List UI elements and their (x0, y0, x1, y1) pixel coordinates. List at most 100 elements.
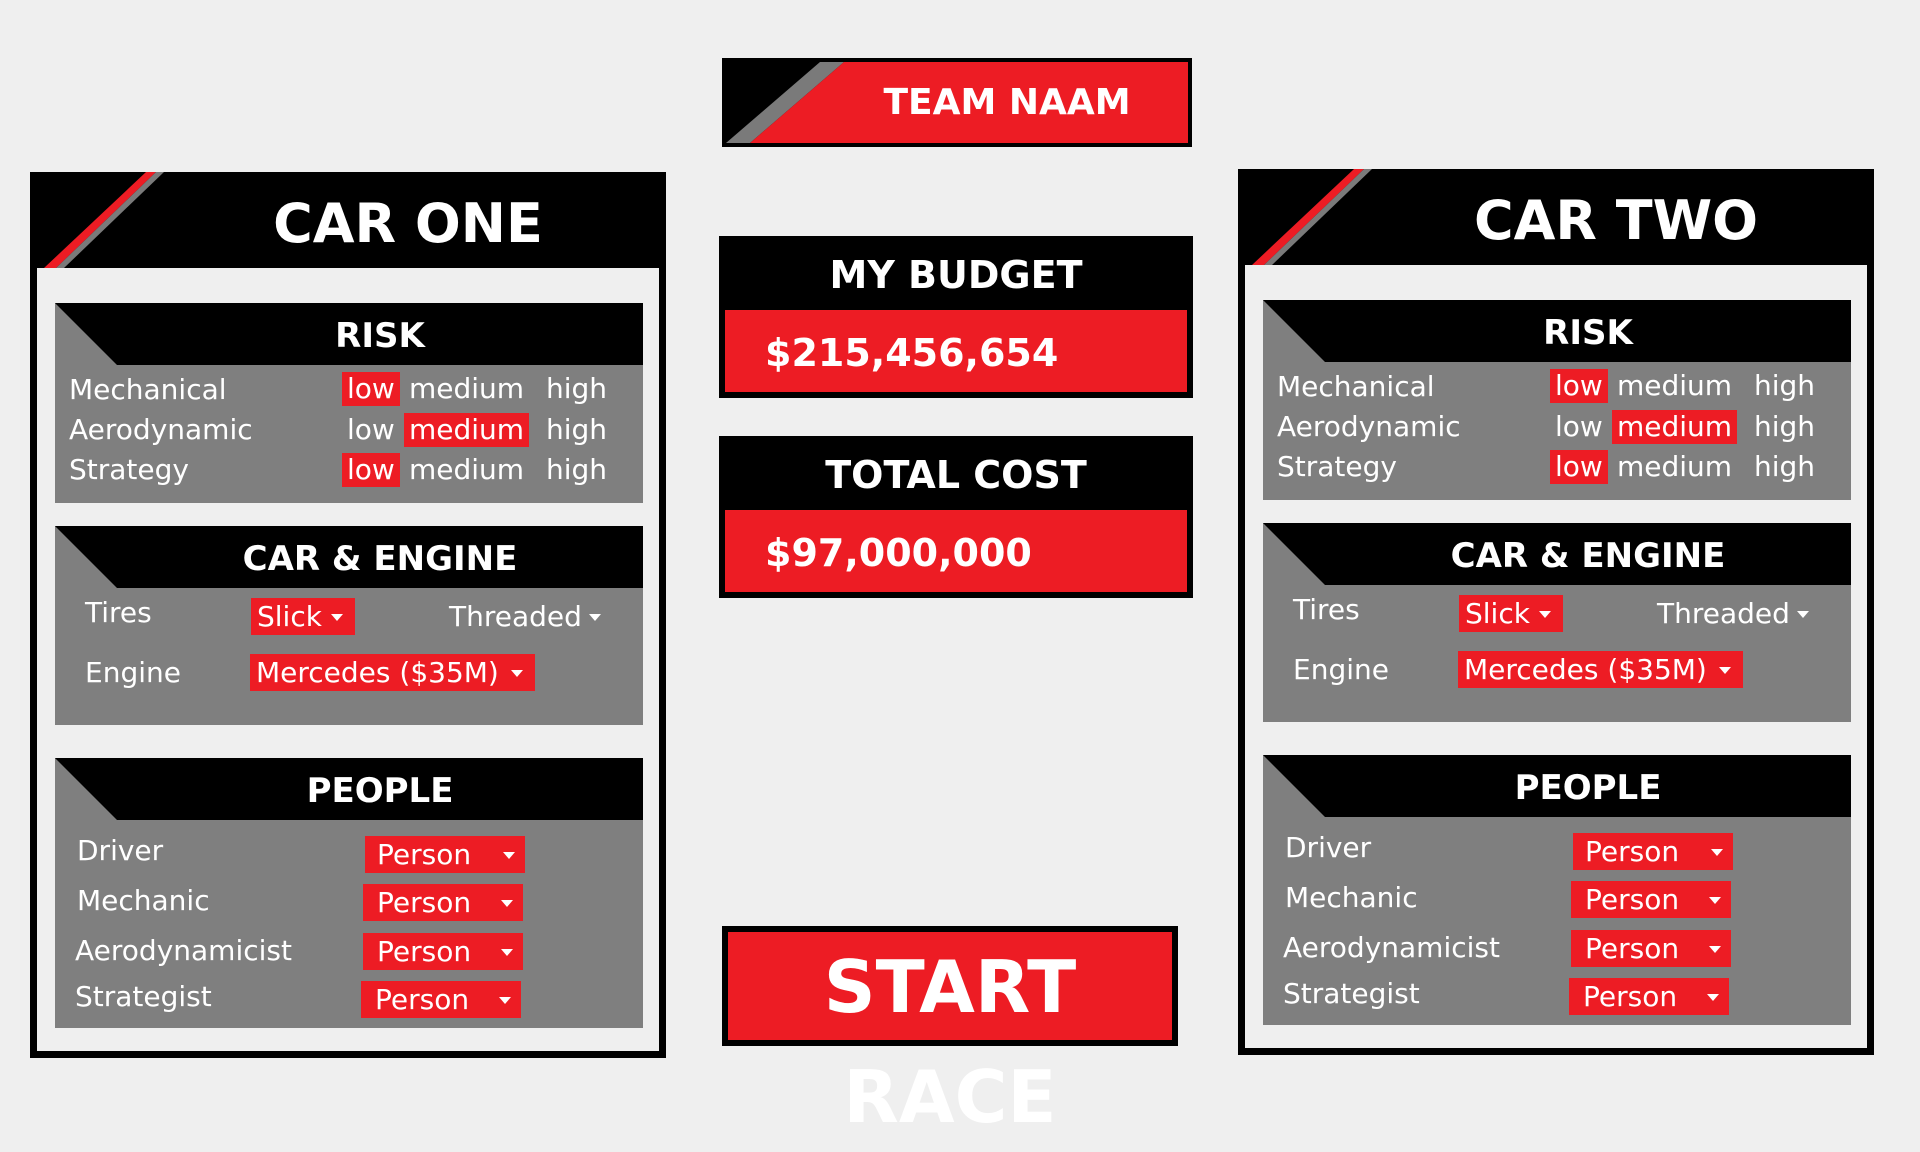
chevron-down-icon (589, 614, 601, 621)
car-engine-title: CAR & ENGINE (1450, 536, 1726, 576)
risk-mechanical-label: Mechanical (1277, 370, 1435, 403)
risk-title: RISK (335, 316, 425, 356)
car-one-panel: CAR ONE RISK Mechanical low medium high … (30, 172, 666, 1058)
strategist-dropdown[interactable]: Person (361, 981, 521, 1018)
start-race-button[interactable]: START RACE (722, 926, 1178, 1139)
aerodynamicist-value: Person (1585, 932, 1680, 965)
strategist-value: Person (375, 983, 470, 1016)
risk-strategy-low[interactable]: low (342, 453, 400, 487)
tires-threaded-value: Threaded (1657, 597, 1790, 630)
chevron-down-icon (511, 670, 523, 677)
risk-aerodynamic-high[interactable]: high (541, 413, 612, 447)
risk-mechanical-label: Mechanical (69, 373, 227, 406)
chevron-down-icon (499, 997, 511, 1004)
tires-slick-dropdown[interactable]: Slick (1459, 595, 1563, 632)
total-cost-label: TOTAL COST (825, 453, 1087, 497)
driver-value: Person (1585, 835, 1680, 868)
people-title: PEOPLE (306, 771, 454, 811)
budget-box: MY BUDGET $215,456,654 (719, 236, 1193, 398)
tires-slick-value: Slick (257, 600, 322, 633)
aerodynamicist-value: Person (377, 935, 472, 968)
tires-threaded-value: Threaded (449, 600, 582, 633)
aerodynamicist-dropdown[interactable]: Person (1571, 930, 1731, 967)
chevron-down-icon (503, 852, 515, 859)
engine-value: Mercedes ($35M) (256, 656, 499, 689)
people-section: PEOPLE Driver Person Mechanic Person Aer… (55, 758, 643, 1028)
driver-dropdown[interactable]: Person (365, 836, 525, 873)
team-name: TEAM NAAM (883, 82, 1131, 123)
total-cost-box: TOTAL COST $97,000,000 (719, 436, 1193, 598)
risk-strategy-label: Strategy (69, 453, 189, 486)
strategist-label: Strategist (1283, 977, 1420, 1010)
engine-label: Engine (85, 656, 181, 689)
risk-aerodynamic-low[interactable]: low (342, 413, 400, 447)
chevron-down-icon (1709, 946, 1721, 953)
mechanic-dropdown[interactable]: Person (1571, 881, 1731, 918)
people-section: PEOPLE Driver Person Mechanic Person Aer… (1263, 755, 1851, 1025)
risk-strategy-label: Strategy (1277, 450, 1397, 483)
chevron-down-icon (1707, 994, 1719, 1001)
car-two-body: RISK Mechanical low medium high Aerodyna… (1245, 265, 1867, 1048)
risk-aerodynamic-medium[interactable]: medium (404, 413, 530, 447)
risk-mechanical-low[interactable]: low (1550, 369, 1608, 403)
car-engine-title: CAR & ENGINE (242, 539, 518, 579)
risk-section: RISK Mechanical low medium high Aerodyna… (1263, 300, 1851, 500)
driver-label: Driver (77, 834, 164, 867)
car-engine-section: CAR & ENGINE Tires Slick Threaded Engine… (1263, 523, 1851, 722)
tires-slick-dropdown[interactable]: Slick (251, 598, 355, 635)
tires-threaded-dropdown[interactable]: Threaded (1651, 595, 1821, 632)
risk-strategy-medium[interactable]: medium (1612, 450, 1737, 484)
driver-dropdown[interactable]: Person (1573, 833, 1733, 870)
budget-label: MY BUDGET (829, 253, 1083, 297)
tires-label: Tires (1293, 593, 1360, 626)
car-two-title: CAR TWO (1473, 189, 1759, 252)
mechanic-dropdown[interactable]: Person (363, 884, 523, 921)
driver-label: Driver (1285, 831, 1372, 864)
mechanic-value: Person (377, 886, 472, 919)
chevron-down-icon (1797, 611, 1809, 618)
risk-strategy-medium[interactable]: medium (404, 453, 529, 487)
risk-strategy-low[interactable]: low (1550, 450, 1608, 484)
chevron-down-icon (1539, 611, 1551, 618)
tires-threaded-dropdown[interactable]: Threaded (443, 598, 613, 635)
strategist-label: Strategist (75, 980, 212, 1013)
risk-title: RISK (1543, 313, 1633, 353)
team-name-banner: TEAM NAAM (722, 58, 1192, 147)
start-race-label: START RACE (728, 932, 1172, 1139)
risk-section: RISK Mechanical low medium high Aerodyna… (55, 303, 643, 503)
tires-label: Tires (85, 596, 152, 629)
mechanic-label: Mechanic (77, 884, 210, 917)
car-two-panel: CAR TWO RISK Mechanical low medium high … (1238, 169, 1874, 1055)
car-engine-section: CAR & ENGINE Tires Slick Threaded Engine… (55, 526, 643, 725)
chevron-down-icon (501, 900, 513, 907)
chevron-down-icon (501, 949, 513, 956)
engine-label: Engine (1293, 653, 1389, 686)
risk-aerodynamic-label: Aerodynamic (69, 413, 253, 446)
aerodynamicist-dropdown[interactable]: Person (363, 933, 523, 970)
risk-mechanical-medium[interactable]: medium (1612, 369, 1737, 403)
car-one-title: CAR ONE (273, 192, 543, 255)
chevron-down-icon (1709, 897, 1721, 904)
engine-dropdown[interactable]: Mercedes ($35M) (250, 654, 535, 691)
strategist-dropdown[interactable]: Person (1569, 978, 1729, 1015)
risk-mechanical-medium[interactable]: medium (404, 372, 529, 406)
chevron-down-icon (1711, 849, 1723, 856)
people-title: PEOPLE (1514, 768, 1662, 808)
risk-strategy-high[interactable]: high (1749, 450, 1820, 484)
aerodynamicist-label: Aerodynamicist (1283, 931, 1500, 964)
risk-mechanical-low[interactable]: low (342, 372, 400, 406)
chevron-down-icon (331, 614, 343, 621)
risk-aerodynamic-high[interactable]: high (1749, 410, 1820, 444)
total-cost-value: $97,000,000 (725, 510, 1187, 592)
aerodynamicist-label: Aerodynamicist (75, 934, 292, 967)
risk-mechanical-high[interactable]: high (1749, 369, 1820, 403)
risk-aerodynamic-medium[interactable]: medium (1612, 410, 1738, 444)
risk-strategy-high[interactable]: high (541, 453, 612, 487)
tires-slick-value: Slick (1465, 597, 1530, 630)
chevron-down-icon (1719, 667, 1731, 674)
risk-aerodynamic-low[interactable]: low (1550, 410, 1608, 444)
mechanic-value: Person (1585, 883, 1680, 916)
risk-mechanical-high[interactable]: high (541, 372, 612, 406)
driver-value: Person (377, 838, 472, 871)
engine-dropdown[interactable]: Mercedes ($35M) (1458, 651, 1743, 688)
